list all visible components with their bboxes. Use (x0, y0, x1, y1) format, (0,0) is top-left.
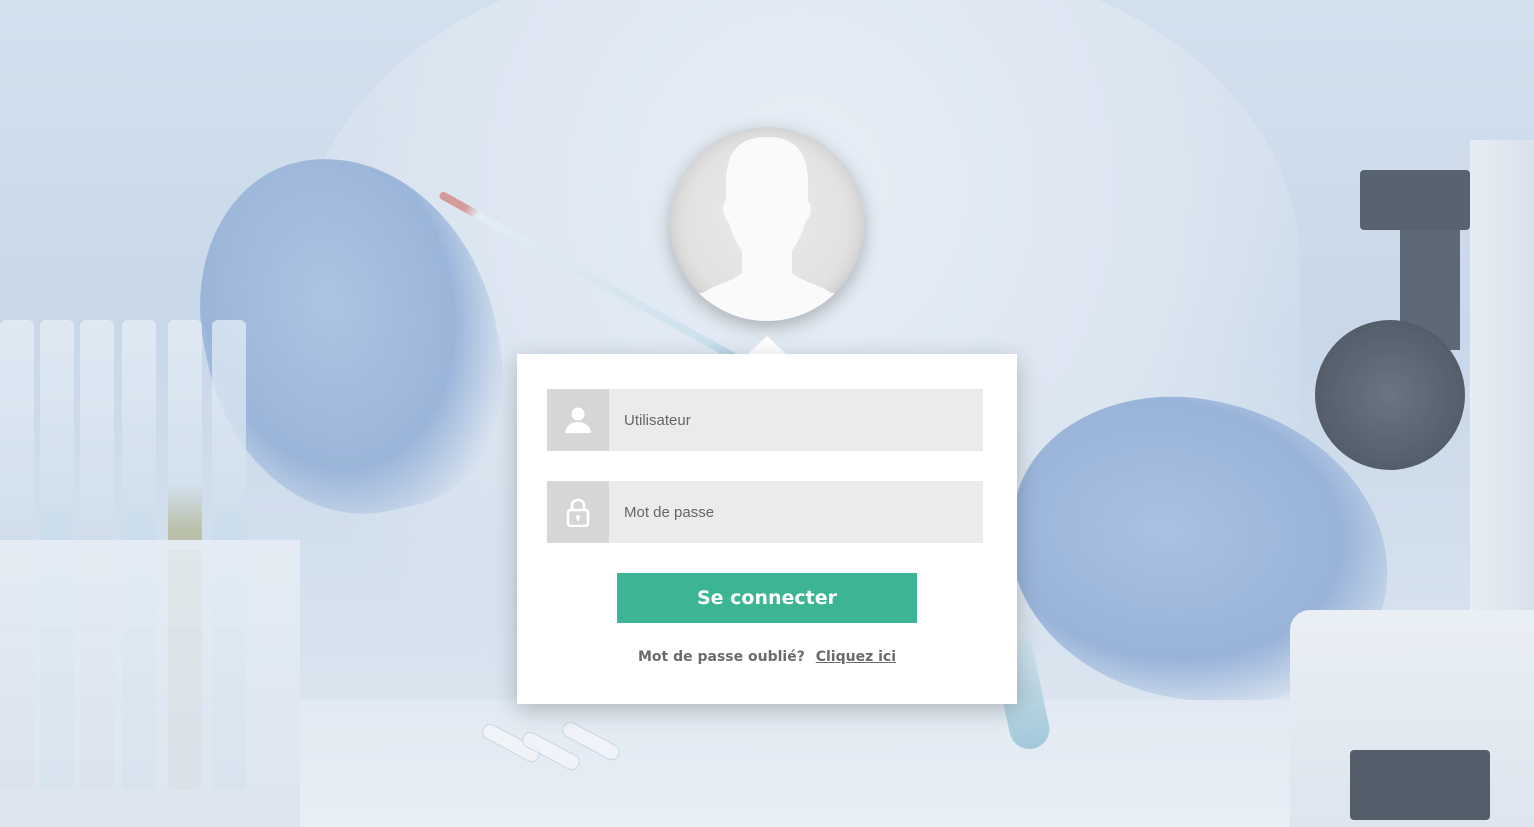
username-icon-box (547, 389, 609, 451)
login-form: Se connecter Mot de passe oublié? Clique… (517, 354, 1017, 704)
user-icon (565, 407, 591, 433)
forgot-password-row: Mot de passe oublié? Cliquez ici (517, 649, 1017, 665)
card-pointer (748, 336, 786, 354)
lock-icon (566, 498, 590, 527)
avatar (670, 127, 864, 321)
login-button[interactable]: Se connecter (617, 573, 917, 623)
username-field (547, 389, 983, 451)
forgot-password-text: Mot de passe oublié? (638, 649, 805, 665)
password-icon-box (547, 481, 609, 543)
forgot-password-link[interactable]: Cliquez ici (816, 649, 896, 665)
password-field (547, 481, 983, 543)
user-silhouette-icon (694, 137, 840, 321)
username-input[interactable] (609, 389, 983, 451)
password-input[interactable] (609, 481, 983, 543)
